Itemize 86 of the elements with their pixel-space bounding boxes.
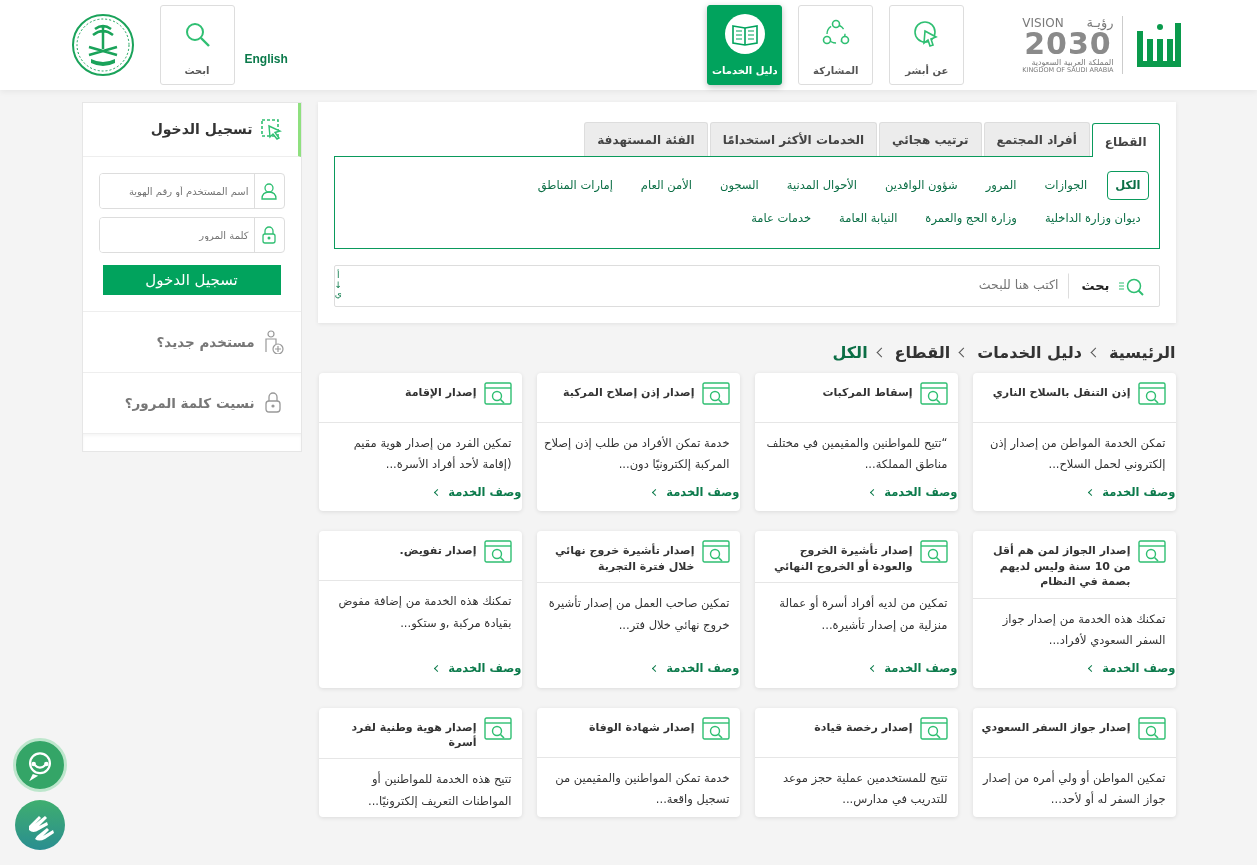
breadcrumb-link[interactable]: القطاع <box>894 340 951 365</box>
sector-filter[interactable]: السجون <box>712 171 767 201</box>
service-title: إصدار رخصة قيادة <box>814 719 913 735</box>
service-description: تمكين صاحب العمل من إصدار تأشيرة خروج نهائي خلال فتر... <box>547 594 731 635</box>
breadcrumb-link[interactable]: الرئيسية <box>1109 340 1176 365</box>
service-title: إصدار شهادة الوفاة <box>589 719 695 735</box>
service-title: إسقاط المركبات <box>822 384 913 400</box>
service-title: إذن التنقل بالسلاح الناري <box>992 384 1131 400</box>
account-link[interactable]: نسيت كلمة المرور؟ <box>82 372 301 433</box>
sector-filter[interactable]: إمارات المناطق <box>529 171 621 201</box>
sort-toggle[interactable]: أ ↓ ي <box>334 270 343 301</box>
sector-filter[interactable]: الجوازات <box>1036 171 1096 201</box>
sector-filter[interactable]: الأحوال المدنية <box>778 171 866 201</box>
service-link[interactable]: وصف الخدمة <box>863 480 958 512</box>
filter-tab[interactable]: الفئة المستهدفة <box>584 122 708 156</box>
service-icon <box>1137 381 1166 405</box>
service-title: إصدار جواز السفر السعودي <box>981 719 1131 735</box>
account-link[interactable]: مستخدم جديد؟ <box>82 311 301 372</box>
filter-tab[interactable]: الخدمات الأكثر استخدامًا <box>709 122 878 156</box>
language-link[interactable]: English <box>244 50 288 68</box>
service-description: “تتيح للمواطنين والمقيمين في مختلف مناطق المملكة... <box>765 434 949 474</box>
service-link[interactable]: وصف الخدمة <box>645 656 740 688</box>
service-description: خدمة تمكن المواطنين والمقيمين من تسجيل واقعة... <box>554 769 731 809</box>
sector-filter[interactable]: النيابة العامة <box>831 204 906 234</box>
service-icon <box>1137 540 1166 564</box>
service-link[interactable]: وصف الخدمة <box>427 480 522 512</box>
service-icon <box>919 540 948 564</box>
service-title: إصدار هوية وطنية لفرد أسرة <box>350 719 477 751</box>
service-description: تمكين المواطن أو ولي أمره من إصدار جواز السفر له أو لأحد... <box>981 769 1167 809</box>
service-description: تمكين من لديه أفراد أسرة أو عمالة منزلية من إصدار تأشيرة... <box>778 594 949 635</box>
service-link[interactable]: وصف الخدمة <box>427 656 522 688</box>
filter-tab[interactable]: القطاع <box>1091 123 1160 157</box>
nav-button[interactable]: عن أبشر <box>889 5 965 85</box>
search-button[interactable]: ابحث <box>159 5 235 85</box>
vision-arabic-text: رؤيـة <box>1086 16 1114 30</box>
service-title: إصدار تأشيرة الخروج والعودة أو الخروج النهائي <box>772 542 913 575</box>
sector-filter[interactable]: المرور <box>977 171 1025 201</box>
service-title: إصدار تأشيرة خروج نهائي خلال فترة التجربة <box>553 542 695 575</box>
login-title: تسجيل الدخول <box>150 120 253 140</box>
service-description: تمكين الفرد من إصدار هوية مقيم (إقامة لأحد أفراد الأسرة... <box>352 434 513 474</box>
filter-tab[interactable]: ترتيب هجائي <box>879 122 982 156</box>
service-icon <box>919 381 948 405</box>
add-user-icon <box>262 330 285 354</box>
sector-filter[interactable]: خدمات عامة <box>743 204 820 234</box>
search-field[interactable]: بحث اكتب هنا للبحث أ ↓ ي <box>333 264 1160 307</box>
service-icon <box>483 540 512 564</box>
emblem-icon <box>70 13 135 77</box>
sector-filter[interactable]: ديوان وزارة الداخلية <box>1036 204 1149 234</box>
service-description: خدمة تمكن الأفراد من طلب إذن إصلاح المركبة إلكترونيًا دون... <box>543 434 731 474</box>
service-link[interactable]: وصف الخدمة <box>863 656 958 688</box>
service-icon <box>701 381 730 405</box>
service-icon <box>483 716 512 740</box>
vision-year-text: 2030 <box>1024 29 1112 60</box>
service-description: تمكنك هذه الخدمة من إصدار جواز السفر السعودي لأفراد... <box>1001 610 1167 650</box>
pointer-icon <box>260 119 282 140</box>
service-title: إصدار تفويض. <box>399 543 477 559</box>
lock-icon <box>260 226 278 244</box>
country-arabic-text: المملكة العربية السعودية <box>1031 59 1114 68</box>
chat-button[interactable] <box>13 738 67 792</box>
service-description: تتيح هذه الخدمة للمواطنين أو المواطنات التعريف إلكترونيًا... <box>367 770 513 811</box>
sector-filter[interactable]: الكل <box>1107 171 1149 201</box>
service-description: تتيح للمستخدمين عملية حجز موعد للتدريب في مدارس... <box>781 769 949 809</box>
sector-filter[interactable]: الأمن العام <box>632 171 701 201</box>
vision-latin-text: VISION <box>1022 16 1064 29</box>
filter-tab[interactable]: أفراد المجتمع <box>983 122 1090 156</box>
search-icon <box>184 21 210 47</box>
input-field[interactable]: كلمة المرور <box>98 217 285 253</box>
service-icon <box>1137 716 1166 740</box>
service-link[interactable]: وصف الخدمة <box>645 480 740 512</box>
service-icon <box>483 381 512 405</box>
sector-filter[interactable]: وزارة الحج والعمرة <box>917 204 1025 234</box>
service-icon <box>919 716 948 740</box>
service-title: إصدار الإقامة <box>405 384 477 400</box>
service-description: تمكن الخدمة المواطن من إصدار إذن إلكتروني لحمل السلاح... <box>988 434 1167 474</box>
service-title: إصدار الجواز لمن هم أقل من 10 سنة وليس لديهم بصمة في النظام <box>992 542 1131 590</box>
service-icon <box>701 716 730 740</box>
service-icon <box>701 540 730 564</box>
sign-language-button[interactable] <box>15 800 65 850</box>
breadcrumb-link[interactable]: دليل الخدمات <box>977 340 1082 365</box>
service-link[interactable]: وصف الخدمة <box>1081 656 1176 688</box>
nav-button[interactable]: المشاركة <box>798 5 874 85</box>
service-link[interactable]: وصف الخدمة <box>1081 480 1176 512</box>
user-icon <box>260 182 278 200</box>
sector-filter[interactable]: شؤون الوافدين <box>877 171 966 201</box>
service-description: تمكنك هذه الخدمة من إضافة مفوض بقيادة مركبة ,و ستكو... <box>337 593 513 633</box>
service-title: إصدار إذن إصلاح المركبة <box>563 384 695 400</box>
